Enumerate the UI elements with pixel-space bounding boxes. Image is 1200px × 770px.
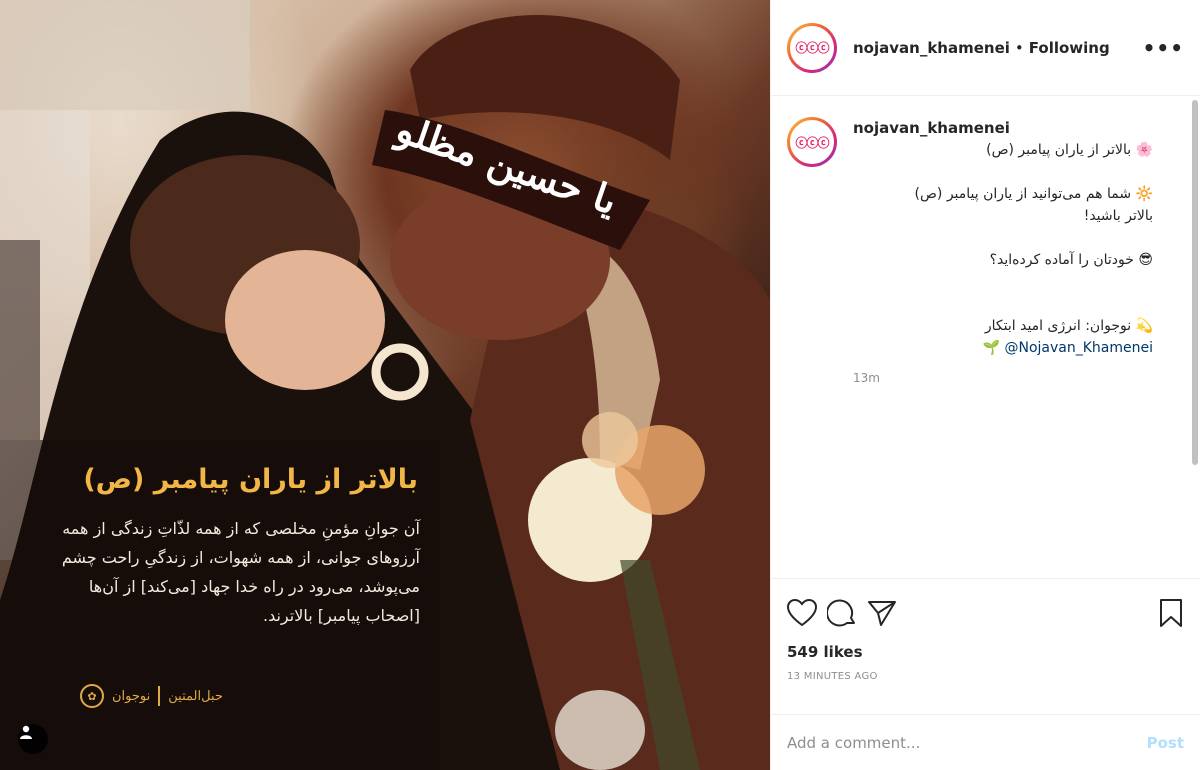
overlay-logo-left: نوجوان	[112, 688, 151, 704]
like-button[interactable]	[787, 593, 827, 633]
avatar[interactable]: ⓒⓒⓒ	[787, 22, 837, 73]
overlay-logos: حبل‌المتین نوجوان ✿	[80, 684, 223, 708]
caption-avatar[interactable]: ⓒⓒⓒ	[787, 117, 837, 167]
caption-line: 😎 خودتان را آماده کرده‌اید؟	[853, 249, 1153, 271]
tagged-users-button[interactable]	[18, 724, 48, 754]
caption-line: 🌸 بالاتر از یاران پیامبر (ص)	[853, 139, 1153, 161]
comment-icon	[827, 599, 855, 627]
overlay-logo-right: حبل‌المتین	[168, 688, 223, 704]
scrollbar[interactable]	[1192, 100, 1198, 465]
post-actions: 549 likes 13 MINUTES AGO	[771, 578, 1200, 682]
caption-line: 🔆 شما هم می‌توانید از یاران پیامبر (ص)	[853, 183, 1153, 205]
post-age[interactable]: 13 MINUTES AGO	[787, 671, 1184, 682]
header-separator: •	[1014, 38, 1024, 57]
share-button[interactable]	[867, 593, 907, 633]
heart-icon	[787, 599, 817, 627]
comment-bar: Post	[771, 714, 1200, 770]
overlay-quote: آن جوانِ مؤمنِ مخلصی که از همه لذّاتِ زن…	[61, 519, 420, 625]
bookmark-icon	[1160, 599, 1182, 627]
caption-emoji-icon: 💫	[1135, 318, 1153, 334]
avatar-logo: ⓒⓒⓒ	[795, 135, 829, 150]
caption-line-text: بالاتر باشید!	[1083, 208, 1153, 224]
caption-emoji-icon: 😎	[1138, 252, 1153, 268]
caption: ⓒⓒⓒ nojavan_khamenei 🌸 بالاتر از یاران پ…	[787, 117, 1184, 385]
likes-count[interactable]: 549 likes	[787, 643, 1184, 661]
caption-timestamp: 13m	[853, 371, 880, 385]
caption-mention[interactable]: 🌱 @Nojavan_Khamenei	[853, 337, 1153, 359]
user-icon	[20, 725, 32, 739]
post-side-panel: ⓒⓒⓒ nojavan_khamenei • Following ••• ⓒⓒⓒ…	[770, 0, 1200, 770]
caption-line: بالاتر باشید!	[853, 205, 1153, 227]
caption-emoji-icon: 🌱	[982, 340, 1001, 356]
follow-status-button[interactable]: Following	[1029, 39, 1110, 57]
brand-logo-icon: ✿	[80, 684, 104, 708]
header-username[interactable]: nojavan_khamenei	[853, 39, 1010, 57]
post-header: ⓒⓒⓒ nojavan_khamenei • Following •••	[771, 0, 1200, 96]
comments-area[interactable]: ⓒⓒⓒ nojavan_khamenei 🌸 بالاتر از یاران پ…	[771, 97, 1200, 577]
caption-line: 💫 نوجوان: انرژی امید ابتکار	[853, 315, 1153, 337]
caption-username[interactable]: nojavan_khamenei	[853, 117, 1153, 139]
caption-text: 🌸 بالاتر از یاران پیامبر (ص) 🔆 شما هم می‌…	[853, 139, 1153, 359]
share-icon	[868, 601, 896, 626]
more-options-icon[interactable]: •••	[1143, 36, 1184, 60]
avatar-logo: ⓒⓒⓒ	[795, 41, 829, 55]
comment-button[interactable]	[827, 593, 867, 633]
overlay-title: بالاتر از یاران پیامبر (ص)	[83, 464, 418, 495]
action-icons	[787, 593, 1184, 633]
caption-emoji-icon: 🔆	[1135, 186, 1153, 202]
caption-emoji-icon: 🌸	[1135, 142, 1153, 158]
post-image[interactable]: یا حسین مظلوم بالاتر از یاران پیامبر (ص)…	[0, 0, 770, 770]
photo-illustration	[0, 0, 770, 770]
caption-line-text[interactable]: @Nojavan_Khamenei	[1004, 340, 1153, 356]
caption-body: nojavan_khamenei 🌸 بالاتر از یاران پیامب…	[853, 117, 1153, 385]
post-comment-button[interactable]: Post	[1147, 734, 1184, 752]
caption-line-text: خودتان را آماده کرده‌اید؟	[989, 252, 1134, 268]
save-button[interactable]	[1144, 593, 1184, 633]
caption-line-text: بالاتر از یاران پیامبر (ص)	[986, 142, 1132, 158]
caption-line-text: نوجوان: انرژی امید ابتکار	[984, 318, 1132, 334]
comment-input[interactable]	[787, 733, 1147, 752]
caption-line-text: شما هم می‌توانید از یاران پیامبر (ص)	[914, 186, 1132, 202]
logo-divider	[158, 686, 161, 706]
